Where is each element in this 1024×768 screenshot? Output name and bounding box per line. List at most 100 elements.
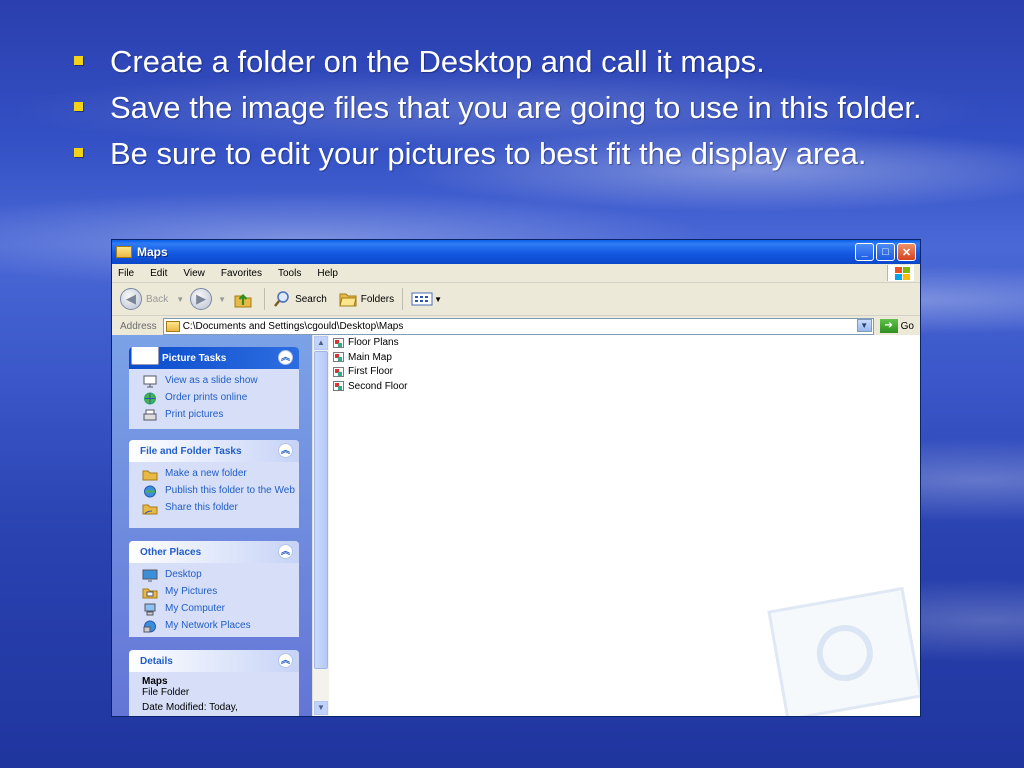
close-button[interactable]: ✕ <box>897 243 916 261</box>
forward-arrow-icon[interactable]: ▶ <box>190 288 213 310</box>
folder-icon <box>116 246 132 258</box>
search-button-label[interactable]: Search <box>295 294 327 305</box>
desktop-icon <box>142 569 158 582</box>
collapse-chevron-icon[interactable]: ︽ <box>278 653 293 668</box>
details-item-modified: Date Modified: Today, <box>142 702 238 713</box>
place-label: My Pictures <box>165 586 218 597</box>
task-order-prints[interactable]: Order prints online <box>142 392 299 405</box>
place-desktop[interactable]: Desktop <box>142 569 299 582</box>
task-label: Publish this folder to the Web <box>165 485 295 496</box>
place-my-pictures[interactable]: My Pictures <box>142 586 299 599</box>
folders-icon[interactable] <box>339 290 357 308</box>
folder-icon <box>165 320 180 332</box>
picture-tasks-header[interactable]: Picture Tasks ︽ <box>129 347 299 369</box>
folder-watermark-icon <box>767 586 920 716</box>
go-arrow-icon[interactable]: ➔ <box>879 319 898 333</box>
file-name: Floor Plans <box>348 337 399 349</box>
menu-view[interactable]: View <box>183 268 205 279</box>
up-folder-icon[interactable] <box>234 290 252 308</box>
image-file-icon <box>333 337 344 348</box>
bullet-item: Create a folder on the Desktop and call … <box>68 40 988 83</box>
search-icon[interactable] <box>273 290 291 308</box>
details-body: Maps File Folder Date Modified: Today, <box>129 672 299 716</box>
toolbar: ◀ Back ▼ ▶ ▼ Search Folders ▼ <box>112 283 920 316</box>
menu-edit[interactable]: Edit <box>150 268 167 279</box>
task-pane: Picture Tasks ︽ View as a slide show Ord… <box>112 335 312 716</box>
file-item[interactable]: Second Floor <box>329 380 920 394</box>
bullet-text: Create a folder on the Desktop and call … <box>110 44 765 79</box>
address-dropdown-icon[interactable]: ▼ <box>856 318 872 332</box>
details-item-type: File Folder <box>142 687 190 698</box>
toolbar-separator <box>402 288 404 310</box>
folders-button-label[interactable]: Folders <box>361 294 394 305</box>
scroll-thumb[interactable] <box>314 351 328 669</box>
picture-tasks-panel: Picture Tasks ︽ View as a slide show Ord… <box>129 347 299 429</box>
maximize-button[interactable]: □ <box>876 243 895 261</box>
collapse-chevron-icon[interactable]: ︽ <box>278 350 293 365</box>
globe-icon <box>144 392 156 405</box>
file-folder-tasks-list: Make a new folder Publish this folder to… <box>129 462 299 525</box>
printer-icon <box>143 409 157 421</box>
collapse-chevron-icon[interactable]: ︽ <box>278 443 293 458</box>
task-share-folder[interactable]: Share this folder <box>142 502 299 515</box>
go-button-label[interactable]: Go <box>901 321 914 332</box>
menu-favorites[interactable]: Favorites <box>221 268 262 279</box>
details-header[interactable]: Details ︽ <box>129 650 299 672</box>
image-file-icon <box>333 352 344 363</box>
views-dropdown-icon[interactable]: ▼ <box>434 295 442 304</box>
file-name: Main Map <box>348 351 392 363</box>
address-bar: Address C:\Documents and Settings\cgould… <box>112 316 920 337</box>
menu-file[interactable]: File <box>118 268 134 279</box>
share-folder-icon <box>142 504 158 515</box>
slideshow-icon <box>143 375 157 388</box>
bullet-text: Save the image files that you are going … <box>110 90 922 125</box>
file-folder-tasks-panel: File and Folder Tasks ︽ Make a new folde… <box>129 440 299 528</box>
bullet-text: Be sure to edit your pictures to best fi… <box>110 136 867 171</box>
task-view-slideshow[interactable]: View as a slide show <box>142 375 299 388</box>
views-icon[interactable] <box>411 290 433 308</box>
task-label: Share this folder <box>165 502 238 513</box>
place-label: Desktop <box>165 569 202 580</box>
menu-tools[interactable]: Tools <box>278 268 301 279</box>
task-label: Make a new folder <box>165 468 247 479</box>
menu-help[interactable]: Help <box>317 268 338 279</box>
task-label: Order prints online <box>165 392 248 403</box>
menu-bar: File Edit View Favorites Tools Help <box>112 264 920 283</box>
collapse-chevron-icon[interactable]: ︽ <box>278 544 293 559</box>
task-print-pictures[interactable]: Print pictures <box>142 409 299 422</box>
back-button-label[interactable]: Back <box>146 294 168 305</box>
picture-tasks-list: View as a slide show Order prints online… <box>129 369 299 429</box>
place-network[interactable]: My Network Places <box>142 620 299 633</box>
new-folder-icon <box>142 470 158 481</box>
my-pictures-icon <box>142 588 158 599</box>
task-make-new-folder[interactable]: Make a new folder <box>142 468 299 481</box>
bullet-item: Save the image files that you are going … <box>68 86 988 129</box>
place-label: My Network Places <box>165 620 251 631</box>
file-folder-tasks-header[interactable]: File and Folder Tasks ︽ <box>129 440 299 462</box>
scroll-up-icon[interactable]: ▲ <box>314 336 328 350</box>
file-item[interactable]: Main Map <box>329 351 920 365</box>
title-bar[interactable]: Maps _ □ ✕ <box>112 240 920 264</box>
main-content: Picture Tasks ︽ View as a slide show Ord… <box>112 335 920 716</box>
other-places-header[interactable]: Other Places ︽ <box>129 541 299 563</box>
other-places-panel: Other Places ︽ Desktop My Pictures My Co… <box>129 541 299 637</box>
task-pane-scrollbar[interactable]: ▲ ▼ <box>312 335 329 716</box>
explorer-window: Maps _ □ ✕ File Edit View Favorites Tool… <box>111 239 921 717</box>
scroll-down-icon[interactable]: ▼ <box>314 701 328 715</box>
window-title: Maps <box>137 245 168 259</box>
back-arrow-icon[interactable]: ◀ <box>120 288 142 310</box>
file-item[interactable]: Floor Plans <box>329 336 920 350</box>
image-file-icon <box>333 366 344 377</box>
file-name: First Floor <box>348 366 393 378</box>
forward-dropdown-icon[interactable]: ▼ <box>218 295 226 304</box>
address-input[interactable]: C:\Documents and Settings\cgould\Desktop… <box>162 317 874 335</box>
back-dropdown-icon[interactable]: ▼ <box>176 295 184 304</box>
slide-bullets: Create a folder on the Desktop and call … <box>68 40 988 178</box>
minimize-button[interactable]: _ <box>855 243 874 261</box>
file-item[interactable]: First Floor <box>329 365 920 379</box>
file-name: Second Floor <box>348 380 408 392</box>
task-publish-web[interactable]: Publish this folder to the Web <box>142 485 299 498</box>
place-label: My Computer <box>165 603 226 614</box>
file-list: Floor Plans Main Map First Floor Second … <box>329 335 920 716</box>
place-my-computer[interactable]: My Computer <box>142 603 299 616</box>
